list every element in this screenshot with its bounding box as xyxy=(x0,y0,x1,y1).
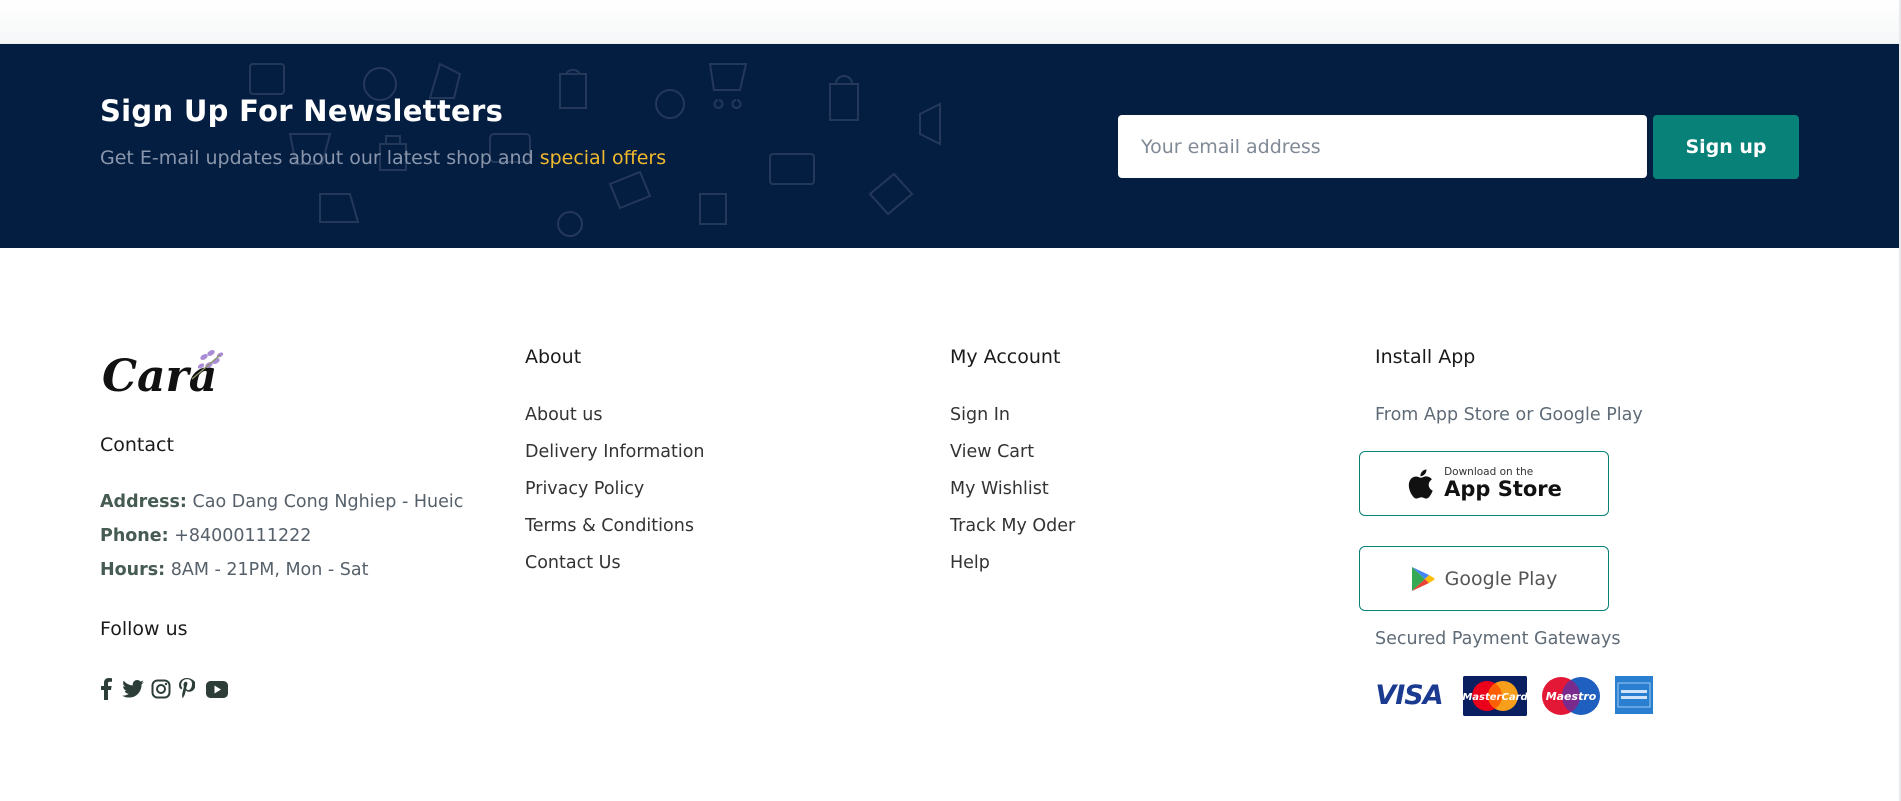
visa-logo: VISA xyxy=(1375,679,1443,711)
cara-logo-image: Cara xyxy=(102,350,224,402)
my-wishlist-link[interactable]: My Wishlist xyxy=(950,479,1049,499)
phone-line: Phone: +84000111222 xyxy=(100,526,311,546)
app-store-label: Download on the App Store xyxy=(1444,467,1562,501)
terms-conditions-link[interactable]: Terms & Conditions xyxy=(525,516,694,536)
newsletter-title: Sign Up For Newsletters xyxy=(100,94,504,128)
hours-label: Hours: xyxy=(100,560,166,580)
google-play-icon xyxy=(1411,566,1435,591)
google-play-label: Google Play xyxy=(1444,567,1558,590)
phone-value: +84000111222 xyxy=(174,526,312,546)
american-express-logo xyxy=(1615,676,1653,714)
app-store-button[interactable]: Download on the App Store xyxy=(1359,451,1609,516)
app-store-big-text: App Store xyxy=(1444,477,1562,501)
phone-label: Phone: xyxy=(100,526,169,546)
svg-text:MasterCard: MasterCard xyxy=(1463,692,1527,703)
hours-value: 8AM - 21PM, Mon - Sat xyxy=(170,560,369,580)
payment-gateways-heading: Secured Payment Gateways xyxy=(1375,629,1621,649)
facebook-icon[interactable] xyxy=(100,677,112,701)
cara-logo[interactable]: Cara xyxy=(100,345,226,402)
hours-line: Hours: 8AM - 21PM, Mon - Sat xyxy=(100,560,369,580)
pinterest-icon[interactable] xyxy=(178,677,195,701)
contact-us-link[interactable]: Contact Us xyxy=(525,553,621,573)
address-label: Address: xyxy=(100,492,187,512)
address-line: Address: Cao Dang Cong Nghiep - Hueic xyxy=(100,492,463,512)
mastercard-logo: MasterCard xyxy=(1463,676,1527,716)
logo-text: Cara xyxy=(102,351,217,401)
svg-text:Maestro: Maestro xyxy=(1546,690,1597,703)
newsletter-subtitle: Get E-mail updates about our latest shop… xyxy=(100,147,666,169)
track-my-order-link[interactable]: Track My Oder xyxy=(950,516,1075,536)
help-link[interactable]: Help xyxy=(950,553,990,573)
google-play-button[interactable]: Google Play xyxy=(1359,546,1609,611)
my-account-heading: My Account xyxy=(950,346,1061,368)
maestro-logo: Maestro xyxy=(1542,677,1600,715)
special-offers-highlight: special offers xyxy=(539,147,667,169)
newsletter-subtitle-text: Get E-mail updates about our latest shop… xyxy=(100,147,534,169)
view-cart-link[interactable]: View Cart xyxy=(950,442,1034,462)
email-input[interactable] xyxy=(1118,115,1647,178)
shopping-pattern-decoration xyxy=(249,62,941,237)
instagram-icon[interactable] xyxy=(151,677,171,701)
sign-in-link[interactable]: Sign In xyxy=(950,405,1010,425)
delivery-information-link[interactable]: Delivery Information xyxy=(525,442,705,462)
signup-button[interactable]: Sign up xyxy=(1653,115,1799,179)
privacy-policy-link[interactable]: Privacy Policy xyxy=(525,479,644,499)
youtube-icon[interactable] xyxy=(206,677,228,701)
newsletter-section: Sign Up For Newsletters Get E-mail updat… xyxy=(0,44,1899,248)
contact-heading: Contact xyxy=(100,434,174,456)
address-value: Cao Dang Cong Nghiep - Hueic xyxy=(192,492,464,512)
header-bottom-strip xyxy=(0,0,1901,44)
install-app-heading: Install App xyxy=(1375,346,1476,368)
apple-icon xyxy=(1408,468,1433,499)
about-us-link[interactable]: About us xyxy=(525,405,603,425)
twitter-icon[interactable] xyxy=(122,677,144,701)
app-store-subtitle: From App Store or Google Play xyxy=(1375,405,1643,425)
follow-us-heading: Follow us xyxy=(100,618,188,640)
about-heading: About xyxy=(525,346,582,368)
